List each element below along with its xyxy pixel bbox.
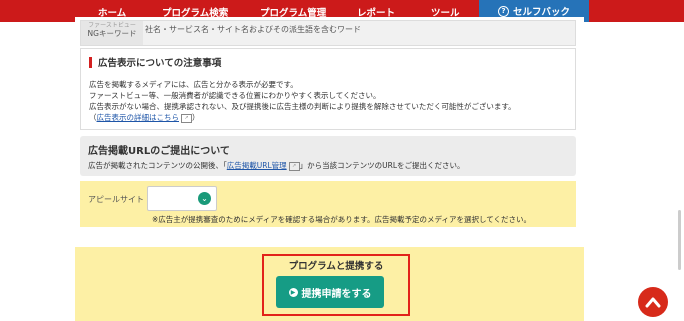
chevron-down-icon[interactable]: ⌄ [198, 192, 211, 205]
question-circle-icon: ? [497, 5, 509, 17]
scrollbar-thumb[interactable] [678, 210, 681, 270]
url-section-title: 広告掲載URLのご提出について [88, 146, 230, 157]
apply-partnership-label: 提携申請をする [301, 288, 372, 300]
external-link-icon: ↗ [181, 113, 192, 123]
arrow-right-circle-icon: ▶ [288, 287, 298, 297]
external-link-icon: ↗ [288, 161, 300, 171]
apply-partnership-button[interactable]: ▶ 提携申請をする [276, 276, 384, 308]
ad-display-notice: 広告表示についての注意事項 広告を掲載するメディアには、広告と分かる表示が必要で… [80, 48, 576, 130]
scroll-to-top-button[interactable] [638, 287, 668, 317]
url-section-text: 広告が掲載されたコンテンツの公開後、「広告掲載URL管理 ↗ 」から当該コンテンツの… [88, 160, 465, 171]
ng-keyword-row: ファーストビュー NGキーワード 社名・サービス名・サイト名およびその派生語を含… [80, 20, 576, 46]
link-close-paren: ） [192, 113, 200, 122]
appeal-site-section: アピールサイト ⌄ ※広告主が提携審査のためにメディアを確認する場合があります。… [80, 181, 576, 227]
cta-title: プログラムと提携する [288, 261, 384, 272]
appeal-site-label: アピールサイト [88, 195, 144, 204]
notice-line-3: 広告表示がない場合、提携承認されない、及び提携後に広告主様の判断により提携を解除… [89, 102, 516, 111]
notice-title: 広告表示についての注意事項 [89, 55, 221, 69]
notice-line-1: 広告を掲載するメディアには、広告と分かる表示が必要です。 [89, 80, 298, 89]
ad-display-detail-link[interactable]: 広告表示の詳細はこちら [97, 113, 180, 122]
url-text-before: 広告が掲載されたコンテンツの公開後、「 [88, 161, 227, 170]
notice-detail-link-row: （広告表示の詳細はこちら ↗） [89, 112, 200, 123]
chevron-up-icon [645, 297, 661, 308]
ng-keyword-label-text: NGキーワード [87, 29, 137, 38]
link-open-paren: （ [89, 113, 97, 122]
url-text-after: 」から当該コンテンツのURLをご提出ください。 [299, 161, 465, 170]
ng-keyword-label-top: ファーストビュー [88, 22, 136, 29]
ng-keyword-value: 社名・サービス名・サイト名およびその派生語を含むワード [145, 25, 361, 34]
notice-title-text: 広告表示についての注意事項 [98, 58, 222, 69]
appeal-site-select[interactable]: ⌄ [147, 186, 217, 211]
ng-keyword-label: ファーストビュー NGキーワード [81, 21, 143, 45]
notice-line-2: ファーストビュー等、一般消費者が認識できる位置にわかりやすく表示してください。 [89, 91, 381, 100]
title-accent-bar [89, 56, 92, 68]
selfpack-label: セルフバック [512, 7, 570, 18]
ad-url-management-link[interactable]: 広告掲載URL管理 [227, 161, 287, 170]
url-submission-section: 広告掲載URLのご提出について 広告が掲載されたコンテンツの公開後、「広告掲載U… [80, 136, 576, 176]
appeal-site-note: ※広告主が提携審査のためにメディアを確認する場合があります。広告掲載予定のメディ… [152, 215, 532, 224]
